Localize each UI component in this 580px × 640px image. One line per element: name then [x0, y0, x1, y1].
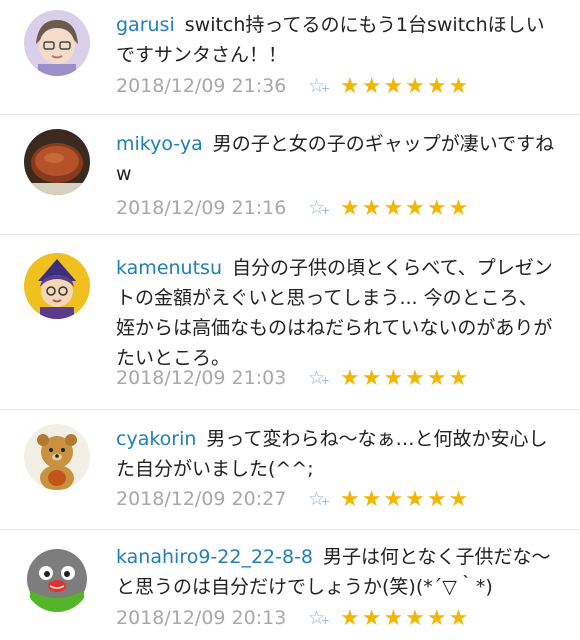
comment-body: garusi switch持ってるのにもう1台switchほしいですサンタさん！！ [116, 10, 556, 70]
comment-meta: 2018/12/09 20:27 ☆ + ★★★★★★ [116, 486, 470, 512]
timestamp: 2018/12/09 20:27 [116, 488, 287, 510]
comment-item: kanahiro9-22_22-8-8 男子は何となく子供だな〜と思うのは自分だけ… [0, 530, 580, 640]
comment-item: garusi switch持ってるのにもう1台switchほしいですサンタさん！！… [0, 0, 580, 115]
comment-meta: 2018/12/09 21:03 ☆ + ★★★★★★ [116, 365, 470, 391]
add-star-icon[interactable]: ☆ + [308, 607, 340, 629]
add-star-icon[interactable]: ☆ + [308, 197, 340, 219]
timestamp: 2018/12/09 20:13 [116, 607, 287, 629]
add-star-icon[interactable]: ☆ + [308, 75, 340, 97]
timestamp: 2018/12/09 21:03 [116, 367, 287, 389]
comment-meta: 2018/12/09 21:16 ☆ + ★★★★★★ [116, 195, 470, 221]
star-rating: ★★★★★★ [340, 195, 471, 221]
avatar-garusi-icon[interactable] [24, 10, 90, 76]
star-rating: ★★★★★★ [340, 605, 471, 631]
username-link[interactable]: kanahiro9-22_22-8-8 [116, 546, 313, 568]
username-link[interactable]: kamenutsu [116, 257, 222, 279]
star-rating: ★★★★★★ [340, 486, 471, 512]
comment-body: cyakorin 男って変わらね〜なぁ…と何故か安心した自分がいました(^^; [116, 424, 556, 484]
comment-item: kamenutsu 自分の子供の頃とくらべて、プレゼントの金額がえぐいと思ってしま… [0, 235, 580, 410]
star-rating: ★★★★★★ [340, 365, 471, 391]
comment-item: mikyo-ya 男の子と女の子のギャップが凄いですねw 2018/12/09 2… [0, 115, 580, 235]
comment-body: mikyo-ya 男の子と女の子のギャップが凄いですねw [116, 129, 556, 189]
username-link[interactable]: cyakorin [116, 428, 196, 450]
comment-body: kamenutsu 自分の子供の頃とくらべて、プレゼントの金額がえぐいと思ってしま… [116, 253, 556, 373]
comment-text: switch持ってるのにもう1台switchほしいですサンタさん！！ [116, 14, 545, 66]
comment-item: cyakorin 男って変わらね〜なぁ…と何故か安心した自分がいました(^^; 2… [0, 410, 580, 530]
add-star-icon[interactable]: ☆ + [308, 367, 340, 389]
comment-meta: 2018/12/09 21:36 ☆ + ★★★★★★ [116, 73, 470, 99]
username-link[interactable]: mikyo-ya [116, 133, 203, 155]
star-rating: ★★★★★★ [340, 73, 471, 99]
avatar-kanahiro-icon[interactable] [24, 546, 90, 612]
username-link[interactable]: garusi [116, 14, 175, 36]
comment-body: kanahiro9-22_22-8-8 男子は何となく子供だな〜と思うのは自分だけ… [116, 542, 556, 602]
avatar-cyakorin-icon[interactable] [24, 424, 90, 490]
avatar-kamenutsu-icon[interactable] [24, 253, 90, 319]
avatar-mikyo-ya-icon[interactable] [24, 129, 90, 195]
comment-meta: 2018/12/09 20:13 ☆ + ★★★★★★ [116, 605, 470, 631]
timestamp: 2018/12/09 21:36 [116, 75, 287, 97]
add-star-icon[interactable]: ☆ + [308, 488, 340, 510]
timestamp: 2018/12/09 21:16 [116, 197, 287, 219]
